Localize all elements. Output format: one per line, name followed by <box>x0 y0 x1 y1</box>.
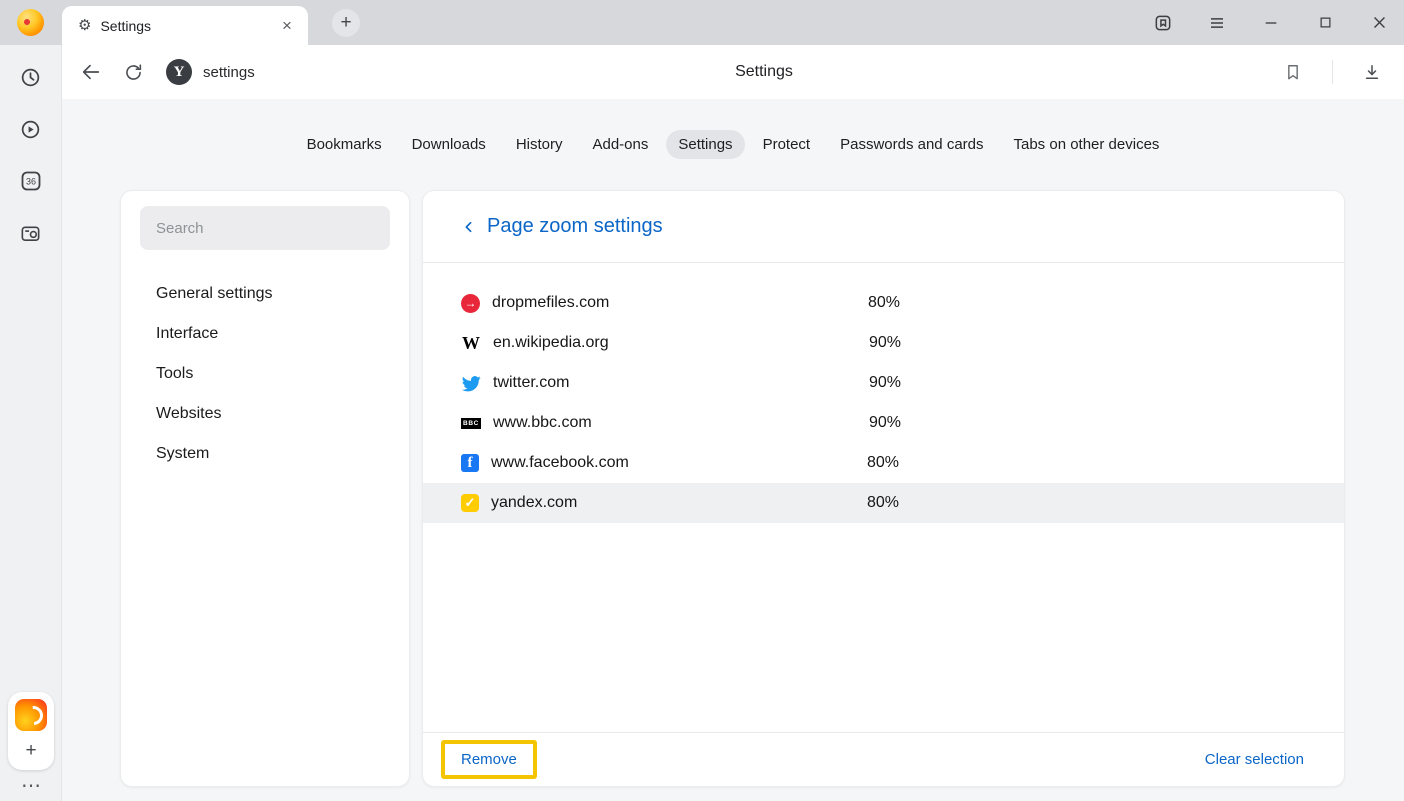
remove-highlight-box: Remove <box>441 740 537 779</box>
nav-tab-passwords-and-cards[interactable]: Passwords and cards <box>828 130 995 159</box>
zoom-site-list: →dropmefiles.com80%Wen.wikipedia.org90%t… <box>423 263 1344 523</box>
dropmefiles-favicon: → <box>461 294 480 313</box>
zoom-row-twitter-com[interactable]: twitter.com90% <box>423 363 1344 403</box>
svg-text:36: 36 <box>25 177 35 187</box>
site-name: www.facebook.com <box>491 454 867 472</box>
nav-tab-protect[interactable]: Protect <box>751 130 823 159</box>
settings-section-list: General settingsInterfaceToolsWebsitesSy… <box>121 274 409 474</box>
tab-strip: ⚙ Settings × + <box>0 0 1404 45</box>
panel-title: Page zoom settings <box>487 215 663 238</box>
bookmark-flag-icon[interactable] <box>1278 57 1308 87</box>
screenshot-icon[interactable] <box>11 213 51 253</box>
video-icon[interactable] <box>11 109 51 149</box>
nav-tab-downloads[interactable]: Downloads <box>400 130 498 159</box>
tab-close-icon[interactable]: × <box>276 15 298 37</box>
nav-tab-bookmarks[interactable]: Bookmarks <box>295 130 394 159</box>
nav-tab-tabs-on-other-devices[interactable]: Tabs on other devices <box>1002 130 1172 159</box>
zoom-value: 90% <box>869 374 901 392</box>
nav-tab-history[interactable]: History <box>504 130 575 159</box>
toolbar-page-title: Settings <box>124 45 1404 99</box>
menu-icon[interactable] <box>1206 12 1228 34</box>
reload-icon[interactable] <box>118 57 148 87</box>
browser-tab-settings[interactable]: ⚙ Settings × <box>62 6 308 45</box>
back-to-websites-link[interactable]: Page zoom settings <box>461 215 663 238</box>
site-name: dropmefiles.com <box>492 294 868 312</box>
wikipedia-favicon: W <box>461 333 481 353</box>
url-text: settings <box>203 64 255 81</box>
zoom-row-www-bbc-com[interactable]: BBC www.bbc.com90% <box>423 403 1344 443</box>
site-badge-icon: Y <box>166 59 192 85</box>
settings-section-system[interactable]: System <box>121 434 409 474</box>
site-name: twitter.com <box>493 374 869 392</box>
zoom-value: 90% <box>869 414 901 432</box>
remove-button[interactable]: Remove <box>461 751 517 768</box>
window-close-icon[interactable] <box>1368 12 1390 34</box>
browser-toolbar: Y settings Settings <box>62 45 1404 99</box>
site-name: en.wikipedia.org <box>493 334 869 352</box>
zoom-value: 80% <box>868 294 900 312</box>
download-icon[interactable] <box>1357 57 1387 87</box>
nav-tab-add-ons[interactable]: Add-ons <box>580 130 660 159</box>
twitter-favicon <box>461 373 481 393</box>
history-icon[interactable] <box>11 57 51 97</box>
settings-section-interface[interactable]: Interface <box>121 314 409 354</box>
zoom-row-www-facebook-com[interactable]: f www.facebook.com80% <box>423 443 1344 483</box>
rail-bottom-panel: + <box>8 692 54 770</box>
gear-icon: ⚙ <box>78 18 91 33</box>
settings-sections-panel: General settingsInterfaceToolsWebsitesSy… <box>120 190 410 787</box>
settings-nav-tabs: BookmarksDownloadsHistoryAdd-onsSettings… <box>62 130 1404 159</box>
search-input[interactable] <box>140 206 390 250</box>
selected-checkbox-icon: ✓ <box>461 494 479 512</box>
facebook-favicon: f <box>461 454 479 472</box>
clear-selection-button[interactable]: Clear selection <box>1205 751 1304 768</box>
yandex-browser-logo-icon[interactable] <box>15 699 47 731</box>
settings-section-tools[interactable]: Tools <box>121 354 409 394</box>
profile-avatar[interactable] <box>17 9 44 36</box>
zoom-value: 80% <box>867 494 899 512</box>
rail-more-icon[interactable]: ⋯ <box>21 779 41 793</box>
side-panel-icon[interactable] <box>1152 12 1174 34</box>
side-rail: 36 + ⋯ <box>0 45 62 801</box>
maximize-icon[interactable] <box>1314 12 1336 34</box>
zoom-value: 90% <box>869 334 901 352</box>
site-name: yandex.com <box>491 494 867 512</box>
settings-section-general-settings[interactable]: General settings <box>121 274 409 314</box>
zoom-row-dropmefiles-com[interactable]: → dropmefiles.com80% <box>423 283 1344 323</box>
page-zoom-panel: Page zoom settings →dropmefiles.com80%We… <box>422 190 1345 787</box>
nav-tab-settings[interactable]: Settings <box>666 130 744 159</box>
rail-add-icon[interactable]: + <box>18 738 44 764</box>
zoom-row-yandex-com[interactable]: ✓ yandex.com80% <box>423 483 1344 523</box>
tab-title: Settings <box>100 18 276 34</box>
toolbar-divider <box>1332 60 1333 84</box>
zoom-row-en-wikipedia-org[interactable]: Wen.wikipedia.org90% <box>423 323 1344 363</box>
panel-header: Page zoom settings <box>423 191 1344 263</box>
back-icon[interactable] <box>76 57 106 87</box>
minimize-icon[interactable] <box>1260 12 1282 34</box>
settings-section-websites[interactable]: Websites <box>121 394 409 434</box>
panel-footer: Remove Clear selection <box>423 732 1344 786</box>
bbc-favicon: BBC <box>461 413 481 433</box>
address-chip[interactable]: Y settings <box>166 59 255 85</box>
tab-counter-icon[interactable]: 36 <box>11 161 51 201</box>
new-tab-button[interactable]: + <box>332 9 360 37</box>
zoom-value: 80% <box>867 454 899 472</box>
chevron-left-icon <box>461 219 477 235</box>
settings-page: BookmarksDownloadsHistoryAdd-onsSettings… <box>62 99 1404 801</box>
site-name: www.bbc.com <box>493 414 869 432</box>
